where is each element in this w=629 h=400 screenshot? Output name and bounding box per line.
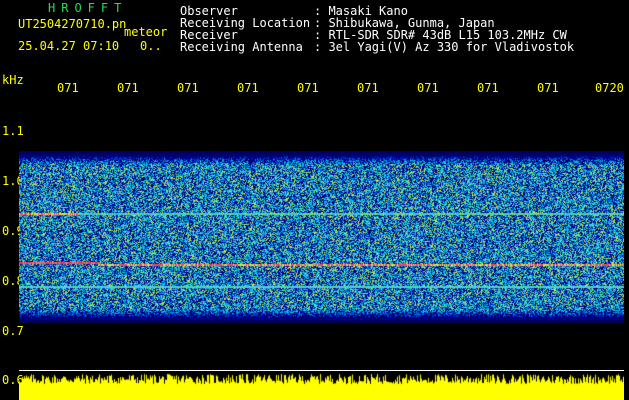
filename-label: UT2504270710.pn — [18, 17, 127, 31]
mini-value: 0.. — [140, 39, 162, 53]
time-tick: 0720 — [595, 81, 624, 95]
freq-tick: 0.7 — [2, 324, 24, 338]
axis-unit: kHz — [2, 73, 24, 87]
info-label-antenna: Receiving Antenna — [180, 40, 303, 54]
spectrogram — [19, 151, 624, 323]
time-tick: 071 — [537, 81, 559, 95]
time-tick: 071 — [177, 81, 199, 95]
type-label: meteor — [124, 25, 168, 39]
time-tick: 071 — [57, 81, 79, 95]
freq-tick: 1.1 — [2, 124, 24, 138]
info-value-antenna: : 3el Yagi(V) Az 330 for Vladivostok — [314, 40, 575, 54]
time-tick: 071 — [357, 81, 379, 95]
time-tick: 071 — [237, 81, 259, 95]
timestamp-label: 25.04.27 07:10 — [18, 39, 120, 53]
brand-title: HROFFT — [48, 1, 128, 15]
amplitude-baseline — [19, 370, 624, 371]
time-tick: 071 — [297, 81, 319, 95]
amplitude-trace — [19, 372, 624, 400]
time-tick: 071 — [117, 81, 139, 95]
time-tick: 071 — [417, 81, 439, 95]
time-tick: 071 — [477, 81, 499, 95]
